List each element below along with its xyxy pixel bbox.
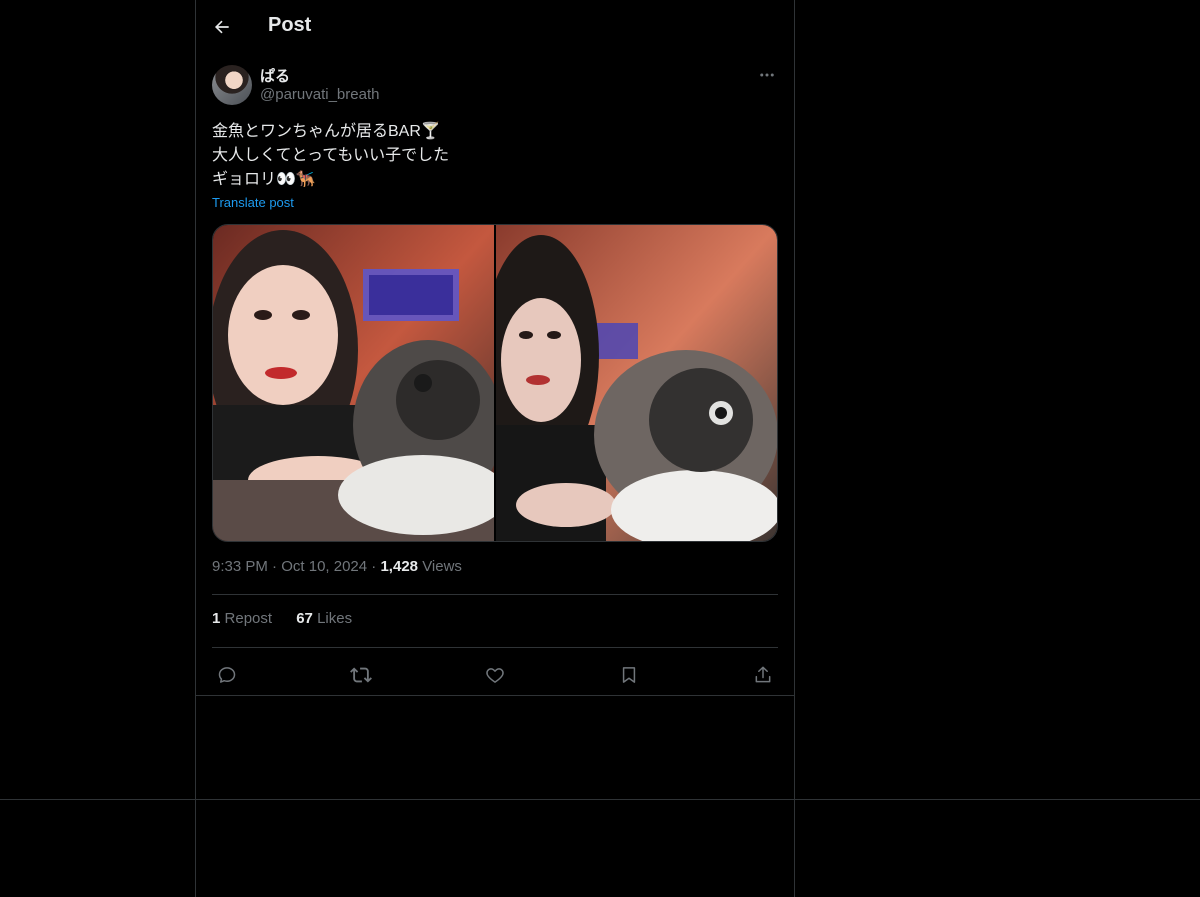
media-grid [212,224,778,542]
reply-icon [218,667,236,683]
like-icon [486,668,504,683]
share-button[interactable] [748,660,778,690]
repost-button[interactable] [346,660,376,690]
divider [212,647,778,648]
author-handle[interactable]: @paruvati_breath [260,86,379,103]
reposts-label: Repost [224,610,273,627]
bookmark-icon [622,667,636,683]
photo-illustration [213,225,494,541]
bookmark-button[interactable] [614,660,644,690]
post-date[interactable]: Oct 10, 2024 [281,558,367,575]
back-button[interactable] [206,11,238,43]
media-photo[interactable] [496,225,777,541]
action-bar [212,658,778,692]
divider [212,594,778,595]
likes-stat[interactable]: 67 Likes [296,610,352,627]
meta-separator: · [272,558,282,575]
arrow-left-icon [214,20,229,34]
repost-icon [350,667,372,683]
post-bottom-divider [196,695,794,696]
main-column: Post ぱる @paruvati_breath 金魚とワンちゃんが居るBAR🍸… [196,0,794,897]
more-options-button[interactable] [756,64,778,86]
post-meta: 9:33 PM · Oct 10, 2024 · 1,428 Views [212,558,462,575]
avatar[interactable] [212,65,252,105]
post-detail: ぱる @paruvati_breath 金魚とワンちゃんが居るBAR🍸 大人しく… [212,64,778,683]
reposts-stat[interactable]: 1 Repost [212,610,272,627]
post-time[interactable]: 9:33 PM [212,558,268,575]
views-count: 1,428 [380,558,419,575]
reposts-count: 1 [212,610,221,627]
page-title: Post [268,14,312,36]
likes-label: Likes [317,610,353,627]
author-row: ぱる @paruvati_breath [212,64,778,110]
app-frame: Post ぱる @paruvati_breath 金魚とワンちゃんが居るBAR🍸… [0,0,1200,897]
translate-post-link[interactable]: Translate post [212,195,294,210]
top-bar: Post [196,0,794,53]
likes-count: 67 [296,610,313,627]
post-text: 金魚とワンちゃんが居るBAR🍸 大人しくてとってもいい子でした ギョロリ👀🐕‍🦺 [212,123,450,188]
reply-button[interactable] [212,660,242,690]
right-column-divider [794,0,795,897]
more-horizontal-icon [760,73,774,77]
share-icon [755,666,771,683]
author-display-name[interactable]: ぱる [260,65,290,86]
photo-illustration [496,225,777,541]
like-button[interactable] [480,660,510,690]
media-photo[interactable] [213,225,494,541]
views-label: Views [422,558,462,575]
engagement-stats: 1 Repost 67 Likes [212,610,372,627]
